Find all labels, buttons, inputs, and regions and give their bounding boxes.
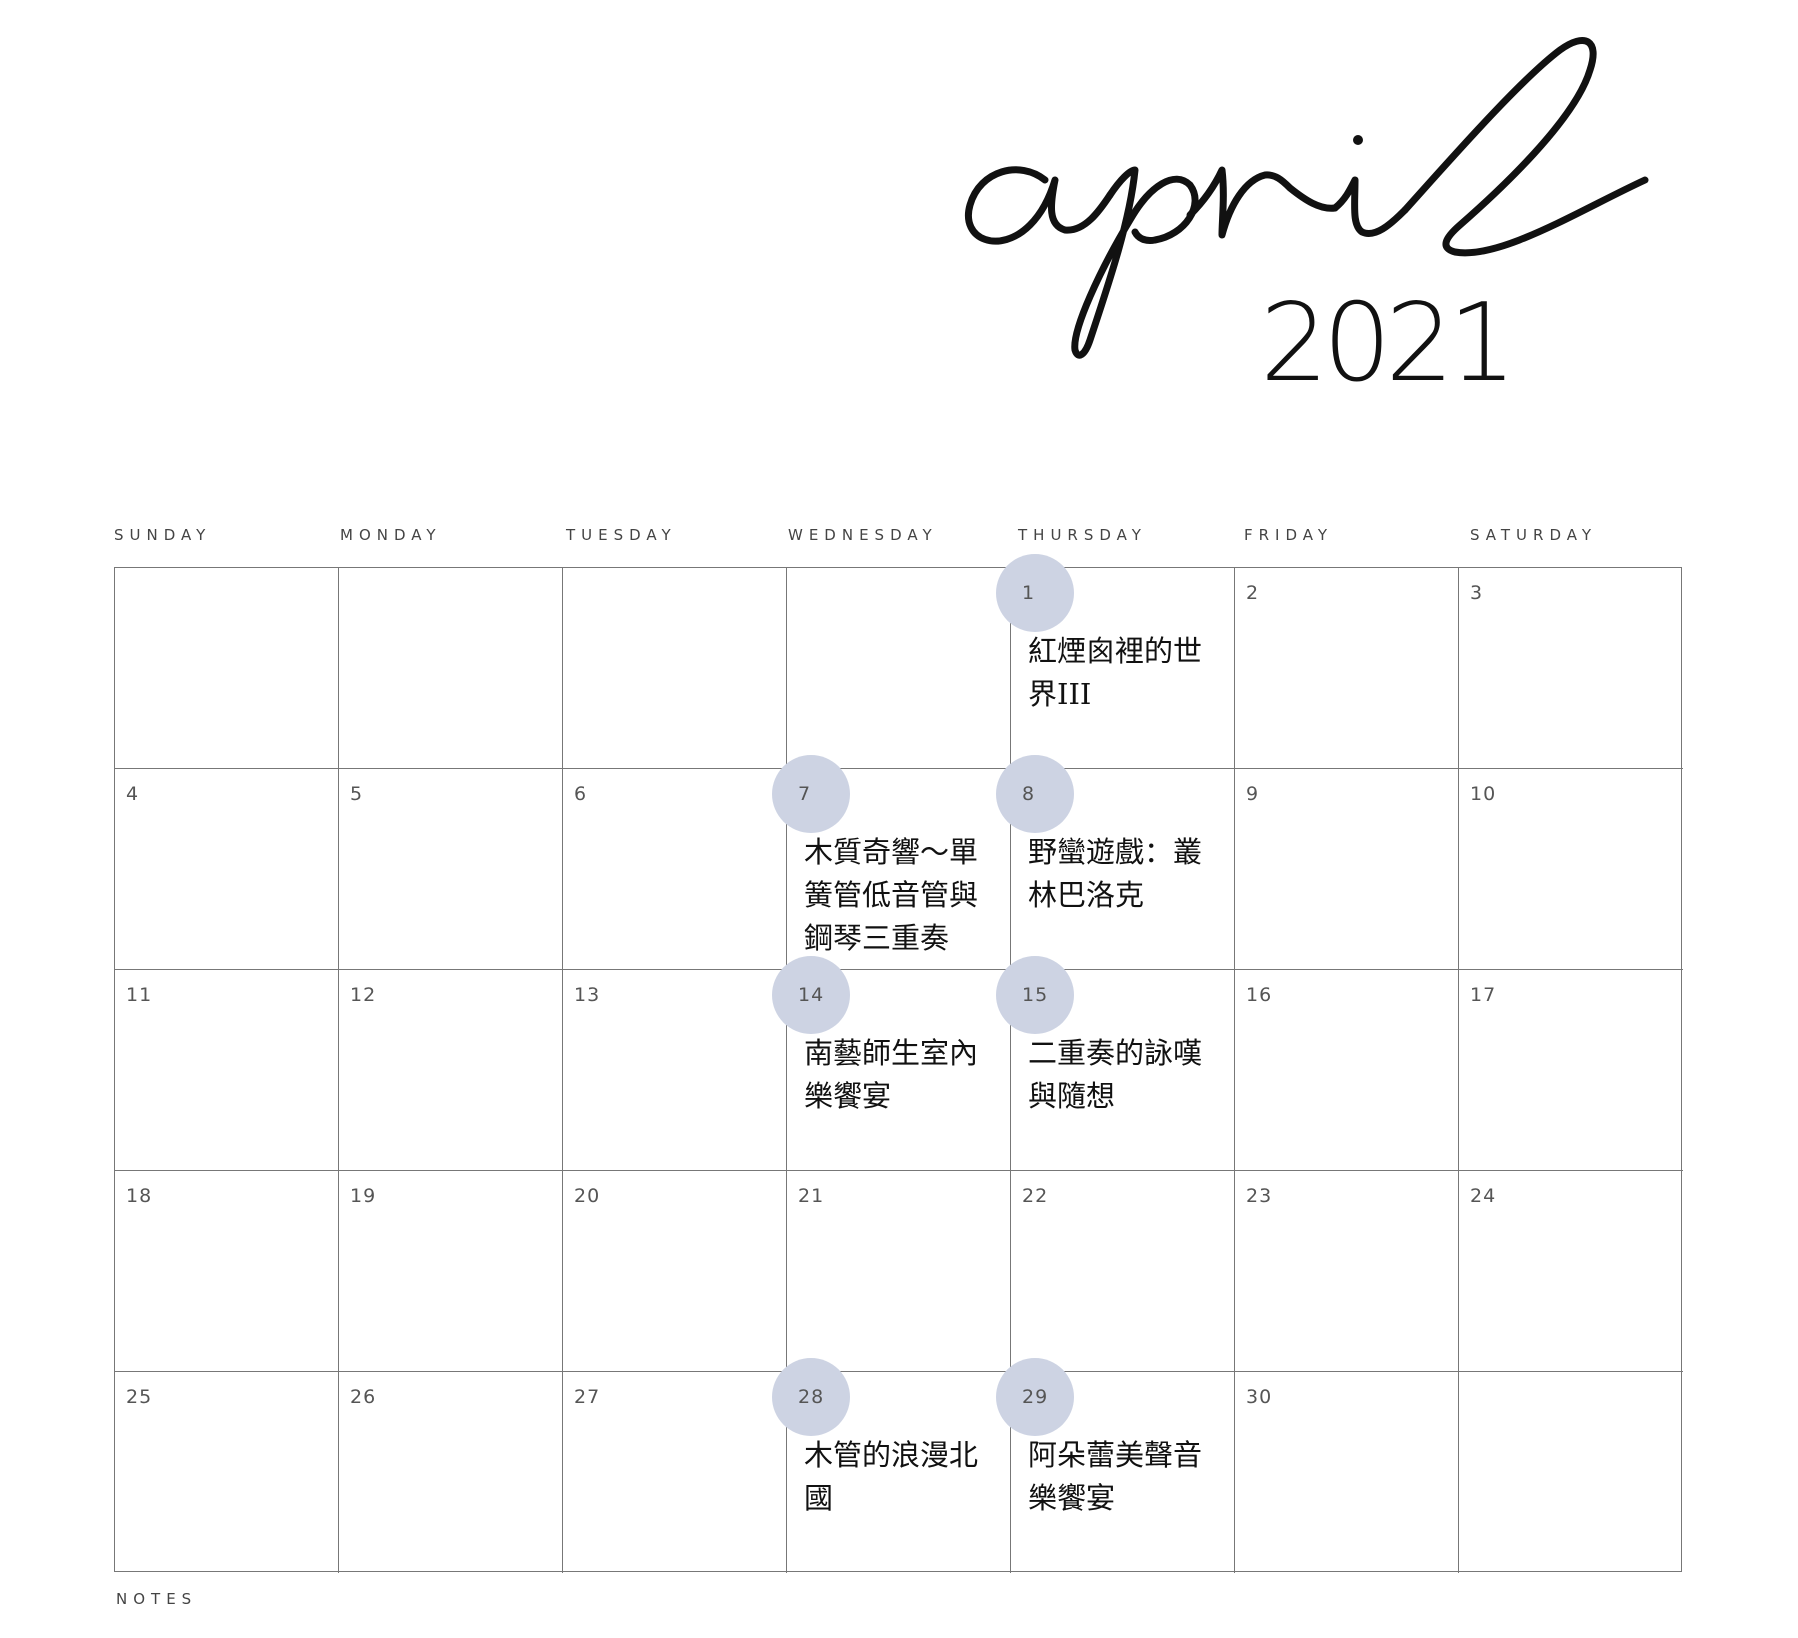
day-cell[interactable]: 4 <box>115 769 339 970</box>
day-number: 1 <box>1022 582 1036 604</box>
day-cell[interactable]: 23 <box>1235 1171 1459 1372</box>
weekday-header-row: SUNDAY MONDAY TUESDAY WEDNESDAY THURSDAY… <box>114 526 1682 550</box>
day-cell[interactable]: 20 <box>563 1171 787 1372</box>
day-cell[interactable]: 10 <box>1459 769 1683 970</box>
day-number: 24 <box>1470 1185 1497 1207</box>
day-cell[interactable] <box>1459 1372 1683 1573</box>
day-cell[interactable]: 24 <box>1459 1171 1683 1372</box>
day-number: 20 <box>574 1185 601 1207</box>
day-number: 5 <box>350 783 364 805</box>
day-number: 26 <box>350 1386 377 1408</box>
day-cell[interactable]: 9 <box>1235 769 1459 970</box>
year-label: 2021 <box>1260 281 1517 406</box>
day-number: 22 <box>1022 1185 1049 1207</box>
day-number: 3 <box>1470 582 1484 604</box>
day-cell[interactable]: 7 木質奇響～單簧管低音管與鋼琴三重奏 <box>772 755 1011 970</box>
day-number: 14 <box>798 984 825 1006</box>
day-cell[interactable]: 19 <box>339 1171 563 1372</box>
day-cell[interactable]: 2 <box>1235 568 1459 769</box>
day-cell[interactable] <box>339 568 563 769</box>
day-number: 13 <box>574 984 601 1006</box>
notes-label: NOTES <box>116 1590 198 1608</box>
event-title[interactable]: 木管的浪漫北國 <box>804 1434 996 1520</box>
day-cell[interactable]: 5 <box>339 769 563 970</box>
day-cell[interactable]: 6 <box>563 769 787 970</box>
weekday-label-saturday: SATURDAY <box>1470 526 1598 544</box>
day-number: 6 <box>574 783 588 805</box>
day-number: 16 <box>1246 984 1273 1006</box>
day-number: 15 <box>1022 984 1049 1006</box>
day-number: 29 <box>1022 1386 1049 1408</box>
day-number: 10 <box>1470 783 1497 805</box>
day-number: 17 <box>1470 984 1497 1006</box>
weekday-label-thursday: THURSDAY <box>1018 526 1147 544</box>
day-cell[interactable]: 8 野蠻遊戲：叢林巴洛克 <box>996 755 1235 970</box>
day-cell[interactable]: 25 <box>115 1372 339 1573</box>
day-number: 19 <box>350 1185 377 1207</box>
weekday-label-sunday: SUNDAY <box>114 526 212 544</box>
day-cell[interactable]: 21 <box>787 1171 1011 1372</box>
day-cell[interactable]: 3 <box>1459 568 1683 769</box>
weekday-label-tuesday: TUESDAY <box>566 526 677 544</box>
weekday-label-friday: FRIDAY <box>1244 526 1334 544</box>
event-title[interactable]: 木質奇響～單簧管低音管與鋼琴三重奏 <box>804 831 996 960</box>
weekday-label-monday: MONDAY <box>340 526 442 544</box>
day-number: 9 <box>1246 783 1260 805</box>
day-cell[interactable]: 12 <box>339 970 563 1171</box>
day-cell[interactable]: 14 南藝師生室內樂饗宴 <box>772 956 1011 1171</box>
event-title[interactable]: 南藝師生室內樂饗宴 <box>804 1032 996 1118</box>
day-cell[interactable]: 30 <box>1235 1372 1459 1573</box>
day-cell[interactable] <box>563 568 787 769</box>
day-cell[interactable]: 15 二重奏的詠嘆與隨想 <box>996 956 1235 1171</box>
day-cell[interactable]: 27 <box>563 1372 787 1573</box>
day-cell[interactable] <box>787 568 1011 769</box>
day-number: 21 <box>798 1185 825 1207</box>
day-cell[interactable]: 13 <box>563 970 787 1171</box>
day-cell[interactable]: 22 <box>1011 1171 1235 1372</box>
calendar-grid: 1 紅煙囪裡的世界III 2 3 4 5 6 7 木質奇響～單簧管低音管與鋼琴三重奏 8 野蠻遊戲：… <box>114 554 1683 1573</box>
day-cell[interactable]: 18 <box>115 1171 339 1372</box>
day-cell[interactable]: 16 <box>1235 970 1459 1171</box>
day-number: 28 <box>798 1386 825 1408</box>
day-number: 27 <box>574 1386 601 1408</box>
day-number: 25 <box>126 1386 153 1408</box>
day-number: 23 <box>1246 1185 1273 1207</box>
day-cell[interactable]: 26 <box>339 1372 563 1573</box>
day-number: 2 <box>1246 582 1260 604</box>
day-cell[interactable]: 28 木管的浪漫北國 <box>772 1358 1011 1573</box>
event-title[interactable]: 野蠻遊戲：叢林巴洛克 <box>1028 831 1220 917</box>
event-title[interactable]: 阿朵蕾美聲音樂饗宴 <box>1028 1434 1220 1520</box>
day-number: 12 <box>350 984 377 1006</box>
event-title[interactable]: 二重奏的詠嘆與隨想 <box>1028 1032 1220 1118</box>
weekday-label-wednesday: WEDNESDAY <box>788 526 938 544</box>
day-cell[interactable] <box>115 568 339 769</box>
day-cell[interactable]: 11 <box>115 970 339 1171</box>
day-number: 30 <box>1246 1386 1273 1408</box>
day-number: 8 <box>1022 783 1036 805</box>
event-title[interactable]: 紅煙囪裡的世界III <box>1028 630 1220 716</box>
day-number: 11 <box>126 984 153 1006</box>
day-number: 4 <box>126 783 140 805</box>
day-cell[interactable]: 29 阿朵蕾美聲音樂饗宴 <box>996 1358 1235 1573</box>
day-cell[interactable]: 1 紅煙囪裡的世界III <box>996 554 1235 769</box>
day-number: 7 <box>798 783 812 805</box>
calendar-title: 2021 <box>960 20 1720 400</box>
day-number: 18 <box>126 1185 153 1207</box>
day-cell[interactable]: 17 <box>1459 970 1683 1171</box>
